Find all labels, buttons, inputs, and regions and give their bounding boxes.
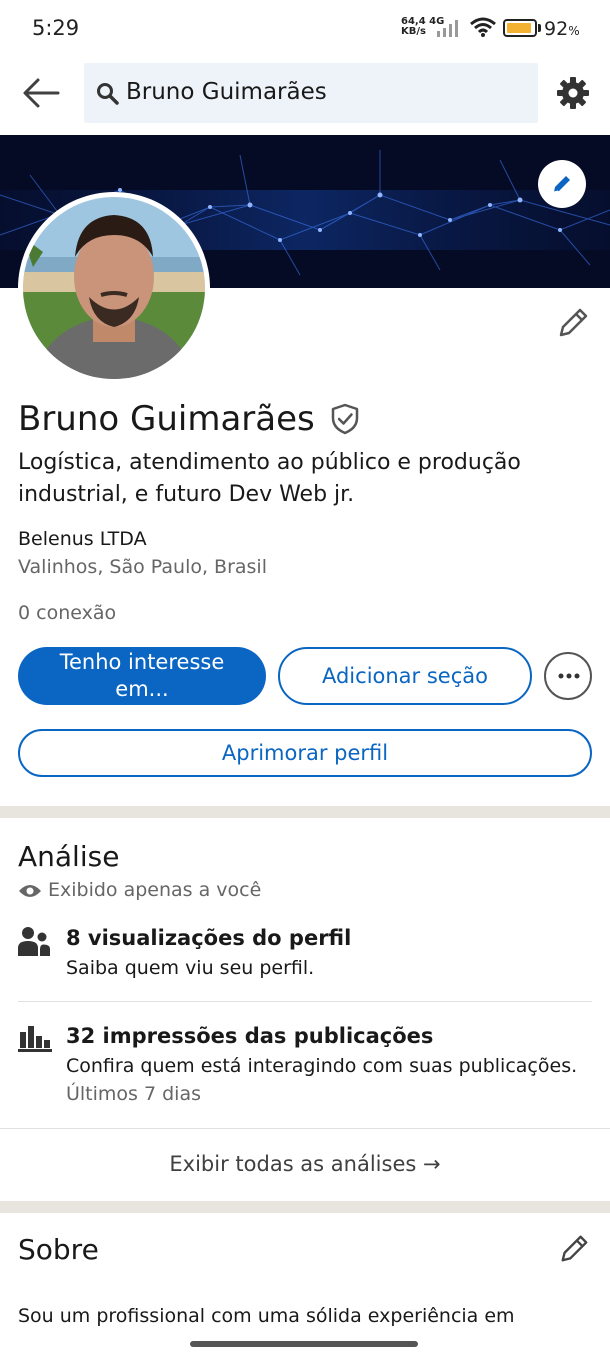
open-to-button[interactable]: Tenho interesse em... (18, 647, 266, 705)
pencil-icon (559, 308, 588, 337)
connections-count[interactable]: 0 conexão (18, 602, 116, 624)
post-impressions-period: Últimos 7 dias (66, 1083, 201, 1105)
settings-button[interactable] (555, 75, 591, 115)
private-note: Exibido apenas a você (18, 879, 261, 901)
section-divider (0, 806, 610, 818)
profile-name-row: Bruno Guimarães (18, 399, 360, 445)
pencil-icon (553, 176, 570, 193)
edit-about-button[interactable] (558, 1233, 590, 1269)
wifi-icon (470, 17, 496, 37)
top-header: Bruno Guimarães (0, 58, 610, 130)
status-bar: 5:29 64,4 4G KB/s 92% (0, 0, 610, 58)
signal-icon (437, 20, 458, 37)
arrow-left-icon (23, 78, 60, 108)
avatar-image (23, 197, 205, 379)
profile-headline: Logística, atendimento ao público e prod… (18, 450, 521, 507)
bar-chart-icon (18, 1026, 52, 1052)
profile-views-subtitle: Saiba quem viu seu perfil. (66, 957, 315, 979)
edit-profile-button[interactable] (556, 306, 590, 344)
more-horizontal-icon (558, 673, 580, 679)
analytics-title: Análise (18, 840, 120, 873)
battery-tip (538, 24, 541, 32)
pencil-icon (561, 1235, 588, 1262)
more-button[interactable] (544, 652, 592, 700)
battery-icon (503, 19, 537, 37)
about-title: Sobre (18, 1233, 99, 1266)
battery-percent: 92% (544, 18, 580, 40)
add-section-button[interactable]: Adicionar seção (278, 647, 532, 705)
profile-company: Belenus LTDA (18, 528, 147, 550)
open-to-label-line2: em... (115, 677, 169, 701)
profile-views-title[interactable]: 8 visualizações do perfil (66, 926, 351, 950)
post-impressions-subtitle: Confira quem está interagindo com suas p… (66, 1055, 578, 1077)
search-icon (97, 83, 119, 105)
show-all-analytics-link[interactable]: Exibir todas as análises → (0, 1152, 610, 1176)
profile-name: Bruno Guimarães (18, 399, 315, 439)
people-icon (18, 927, 50, 956)
edit-banner-button[interactable] (538, 160, 586, 208)
back-button[interactable] (22, 76, 60, 110)
improve-profile-button[interactable]: Aprimorar perfil (18, 729, 592, 777)
eye-icon (19, 885, 41, 897)
open-to-label-line1: Tenho interesse (59, 650, 225, 674)
search-value: Bruno Guimarães (126, 79, 327, 105)
status-time: 5:29 (32, 16, 80, 40)
search-input[interactable]: Bruno Guimarães (84, 63, 538, 123)
row-separator (0, 1128, 610, 1129)
about-text: Sou um profissional com uma sólida exper… (18, 1305, 515, 1327)
home-indicator[interactable] (190, 1341, 418, 1347)
shield-check-icon[interactable] (330, 403, 360, 435)
battery-fill (507, 23, 531, 33)
post-impressions-title[interactable]: 32 impressões das publicações (66, 1024, 433, 1048)
profile-photo[interactable] (18, 192, 210, 384)
gear-icon (557, 77, 589, 109)
row-separator (18, 1001, 592, 1002)
profile-location: Valinhos, São Paulo, Brasil (18, 556, 267, 578)
section-divider (0, 1201, 610, 1213)
